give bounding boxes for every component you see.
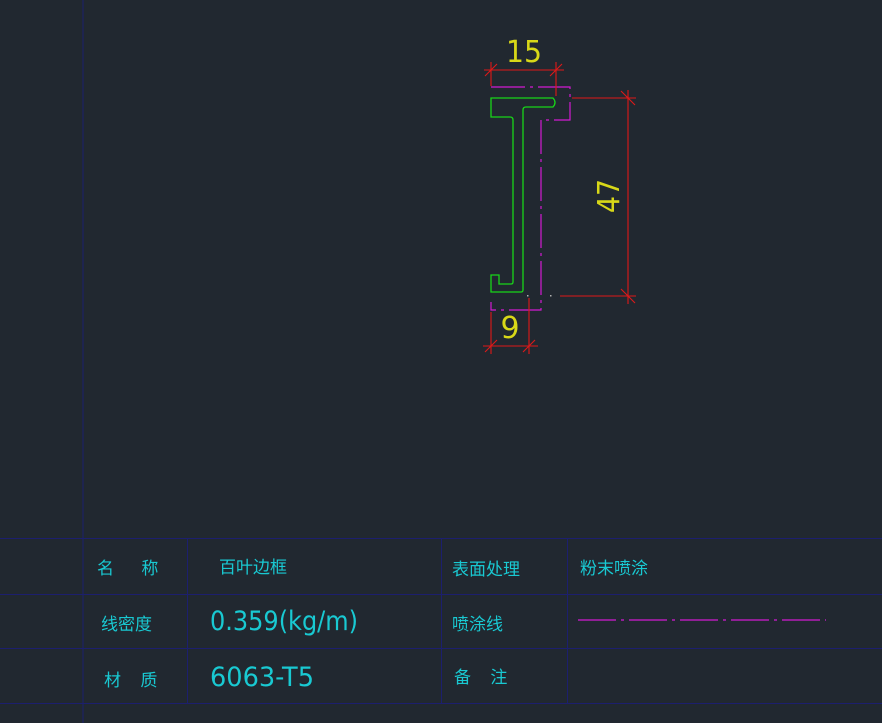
name-value: 百叶边框 (219, 558, 287, 578)
surface-label: 表面处理 (452, 560, 520, 580)
profile-outline (490, 97, 556, 293)
dimension-text-top: 15 (506, 35, 542, 70)
surface-value: 粉末喷涂 (580, 559, 648, 579)
title-block-text: 名 称 百叶边框 表面处理 粉末喷涂 线密度 0.359(kg/m) 喷涂线 材… (97, 558, 648, 693)
coating-line (490, 86, 571, 311)
dimension-text-bottom: 9 (500, 311, 519, 346)
reference-points (527, 295, 552, 297)
cad-drawing: 15 47 9 名 称 百叶边框 表面处理 粉末喷涂 线密度 0.359(kg/… (0, 0, 882, 723)
remarks-label: 备 注 (454, 668, 507, 688)
density-label: 线密度 (101, 615, 152, 635)
dimension-texts: 15 47 9 (500, 35, 627, 346)
material-label: 材 质 (104, 671, 157, 691)
dimension-text-height: 47 (592, 179, 627, 213)
spray-line-label: 喷涂线 (452, 615, 503, 635)
density-value: 0.359(kg/m) (210, 606, 358, 637)
name-label: 名 称 (97, 559, 158, 579)
profile-section (490, 97, 556, 293)
material-value: 6063-T5 (210, 662, 314, 693)
